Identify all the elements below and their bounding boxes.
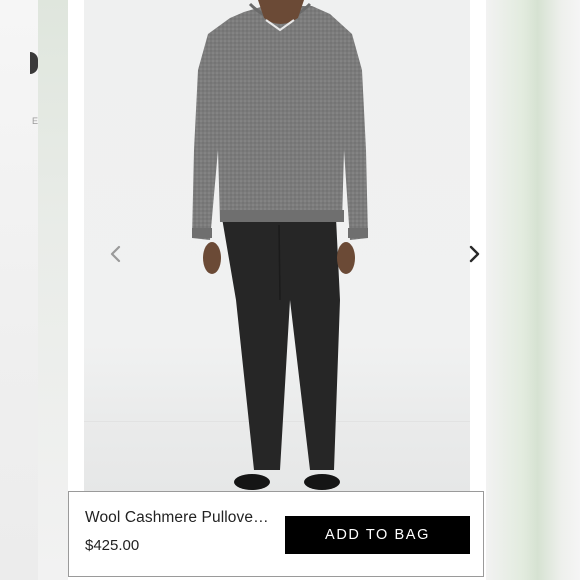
product-summary-bar: Wool Cashmere Pullove… $425.00 ADD TO BA… bbox=[68, 491, 484, 577]
background-left-letter: E bbox=[32, 116, 39, 126]
background-left-panel bbox=[0, 0, 40, 580]
chevron-right-icon bbox=[469, 245, 480, 263]
chevron-left-icon bbox=[110, 245, 121, 263]
background-right-panel bbox=[486, 0, 580, 580]
model-figure bbox=[192, 0, 368, 490]
carousel-prev-button[interactable] bbox=[104, 242, 128, 266]
background-left-edge bbox=[38, 0, 68, 580]
product-price: $425.00 bbox=[85, 537, 140, 554]
product-name[interactable]: Wool Cashmere Pullove… bbox=[85, 509, 269, 527]
add-to-bag-button[interactable]: ADD TO BAG bbox=[285, 516, 470, 554]
carousel-next-button[interactable] bbox=[462, 242, 486, 266]
product-photo[interactable] bbox=[84, 0, 480, 492]
